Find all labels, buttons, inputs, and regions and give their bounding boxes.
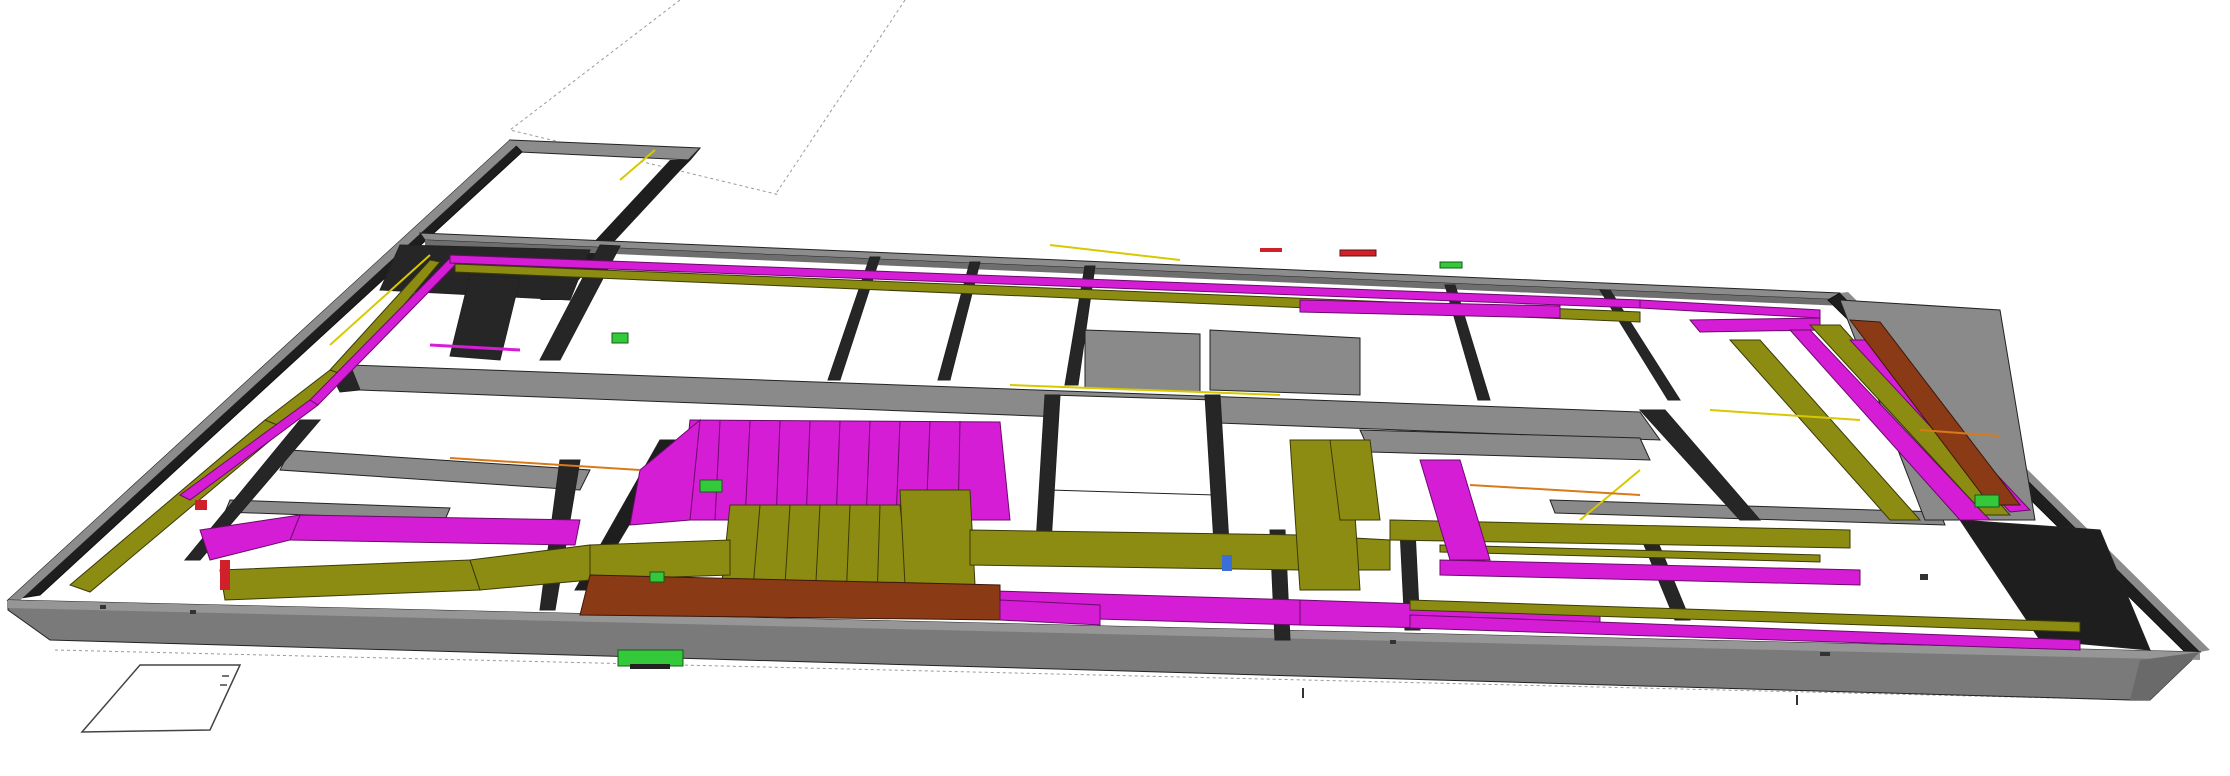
return-main [969, 529, 1301, 571]
equipment-marker [649, 571, 665, 583]
wall-tag [1796, 695, 1798, 705]
shaft-room [1049, 394, 1216, 496]
air-handling-unit [899, 489, 976, 586]
grid-line [774, 0, 906, 196]
utility-room [1084, 329, 1201, 393]
model-viewport[interactable] [0, 0, 2230, 776]
supply-branch [999, 599, 1101, 626]
equipment-marker [611, 332, 629, 344]
equipment-red [1260, 248, 1282, 252]
utility-room [1209, 329, 1361, 396]
equipment-red [1339, 249, 1377, 257]
site-outline [80, 664, 242, 733]
wall-tag [1390, 640, 1396, 644]
equipment-base [630, 664, 670, 669]
wall-tag [1820, 652, 1830, 656]
equipment-blue [1222, 555, 1232, 571]
wall-tag [100, 605, 106, 609]
equipment-red [220, 560, 230, 590]
wall-tag [1920, 574, 1928, 580]
equipment-red [195, 500, 207, 510]
equipment-unit [617, 649, 684, 667]
wall-tag [1302, 688, 1304, 698]
supply-branch [289, 514, 581, 546]
entry-outline [80, 664, 242, 733]
equipment-marker [699, 479, 723, 493]
equipment-marker [1439, 261, 1463, 269]
building-model-scene[interactable] [0, 0, 2230, 776]
wall-tag [190, 610, 196, 614]
equipment-marker [1974, 494, 2000, 508]
